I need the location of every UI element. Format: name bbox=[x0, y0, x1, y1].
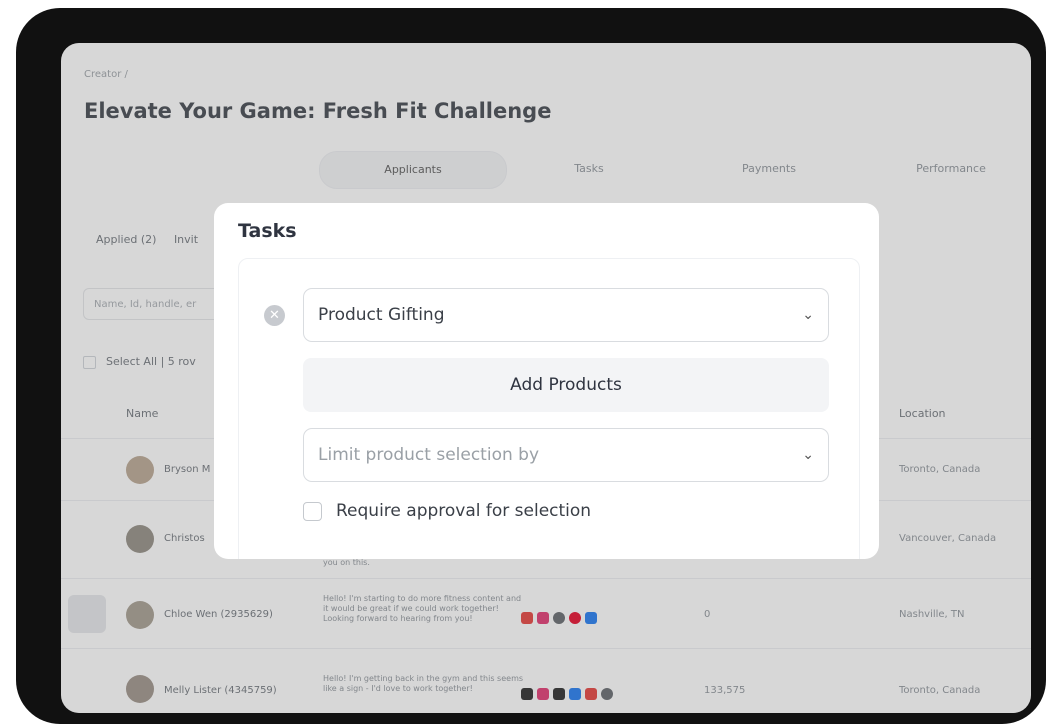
task-type-select[interactable]: Product Gifting ⌄ bbox=[303, 288, 829, 342]
modal-title: Tasks bbox=[238, 220, 297, 242]
limit-selection-select[interactable]: Limit product selection by ⌄ bbox=[303, 428, 829, 482]
limit-selection-placeholder: Limit product selection by bbox=[318, 445, 539, 465]
add-products-button[interactable]: Add Products bbox=[303, 358, 829, 412]
tablet-device-frame: Creator / Elevate Your Game: Fresh Fit C… bbox=[16, 8, 1046, 724]
remove-circle-icon[interactable]: ✕ bbox=[264, 305, 285, 326]
tasks-modal: Tasks ✕ Product Gifting ⌄ Add Products L… bbox=[214, 203, 879, 559]
app-screen: Creator / Elevate Your Game: Fresh Fit C… bbox=[61, 43, 1031, 713]
require-approval-label: Require approval for selection bbox=[336, 501, 592, 521]
chevron-down-icon: ⌄ bbox=[802, 447, 814, 463]
chevron-down-icon: ⌄ bbox=[802, 307, 814, 323]
task-type-value: Product Gifting bbox=[318, 305, 445, 325]
require-approval-option[interactable]: Require approval for selection bbox=[303, 501, 591, 521]
require-approval-checkbox[interactable] bbox=[303, 501, 322, 521]
